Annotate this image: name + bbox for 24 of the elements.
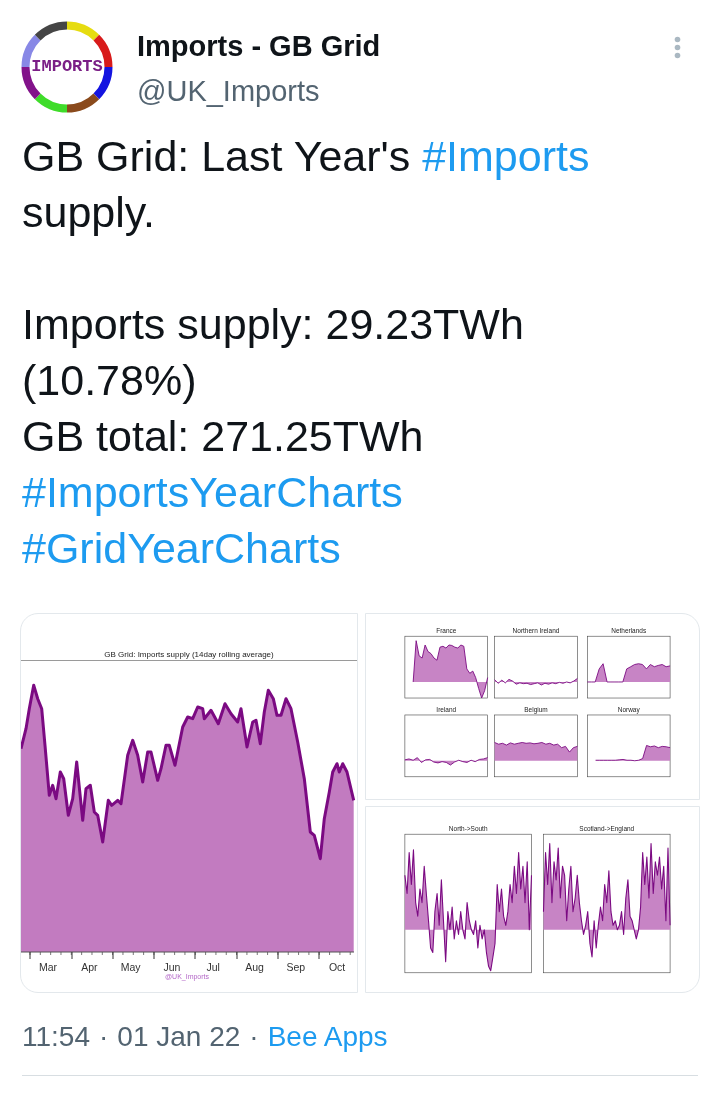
tweet-date: 01 Jan 22 (117, 1020, 241, 1054)
axis-label: Jul (206, 961, 220, 973)
tweet-text: Imports supply: 29.23TWh (10.78%) (22, 299, 525, 406)
tweet-text: GB Grid: Last Year's #Imports supply. (22, 131, 591, 238)
axis-label: Aug (245, 961, 264, 973)
hashtag-link[interactable]: #GridYearCharts (22, 524, 341, 572)
dot-separator: · (249, 1020, 259, 1054)
tweet-time: 11:54 (22, 1020, 90, 1054)
user-handle: @UK_Imports (137, 74, 321, 109)
source-link[interactable]: Bee Apps (267, 1020, 388, 1054)
avatar-ring[interactable] (21, 21, 113, 113)
axis-label: Oct (328, 961, 346, 973)
axis-label: Apr (81, 961, 98, 973)
axis-label: May (120, 961, 141, 973)
avatar-logo-text: IMPORTS (31, 57, 103, 77)
dot-separator: · (99, 1020, 109, 1054)
axis-label: Mar (38, 961, 58, 973)
hashtag-link[interactable]: #ImportsYearCharts (22, 468, 403, 516)
axis-label: Jun (163, 961, 181, 973)
chart-title: GB Grid: Imports supply (14day rolling average) (104, 650, 274, 659)
tweet-text: GB total: 271.25TWh (22, 411, 425, 462)
display-name: Imports - GB Grid (137, 29, 381, 64)
hashtag-link[interactable]: #Imports (422, 132, 590, 180)
axis-label: Sep (286, 961, 306, 973)
